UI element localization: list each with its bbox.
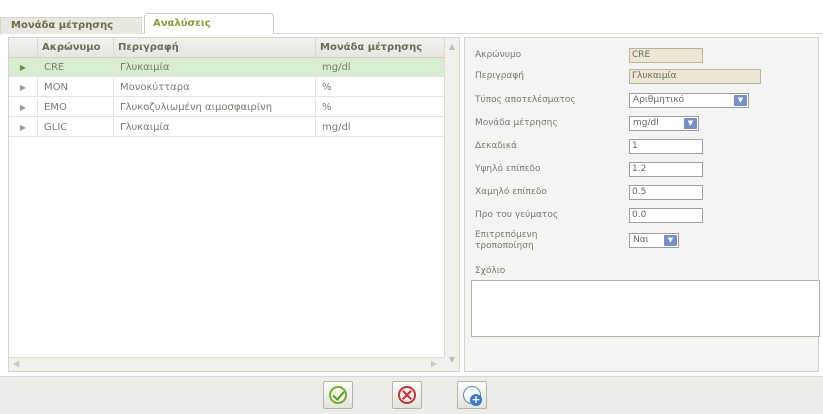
scroll-up-icon[interactable]: ▲ [447,42,457,54]
footer-toolbar [0,376,823,414]
chevron-down-icon[interactable]: ▼ [684,118,697,129]
table-row[interactable]: ▶ CRE Γλυκαιμία mg/dl [9,58,445,77]
acronym-field[interactable]: CRE [629,48,703,63]
analyses-grid: Ακρώνυμο Περιγραφή Μονάδα μέτρησης ▶ CRE… [8,37,460,372]
high-level-label: Υψηλό επίπεδο [475,164,541,174]
table-row[interactable]: ▶ EMO Γλυκοζυλιωμένη αιμοσφαιρίνη % [9,98,445,117]
high-level-field[interactable]: 1.2 [629,162,703,177]
cell-acronym: CRE [37,58,113,77]
cancel-button[interactable] [392,381,422,409]
column-unit[interactable]: Μονάδα μέτρησης [315,38,445,58]
result-type-value: Αριθμητικό [633,95,685,105]
result-type-label: Τύπος αποτελέσματος [475,95,576,105]
cancel-icon [398,386,416,404]
vertical-scrollbar[interactable]: ▲ ▼ [444,38,459,371]
description-label: Περιγραφή [475,71,525,81]
unit-select[interactable]: mg/dl ▼ [629,116,699,131]
row-arrow-icon: ▶ [19,103,27,112]
low-level-field[interactable]: 0.5 [629,185,703,200]
cell-unit: % [315,78,445,97]
allowed-edit-label: Επιτρεπόμενη τροποποίηση [475,230,538,251]
cell-description: Γλυκοζυλιωμένη αιμοσφαιρίνη [113,98,315,117]
cell-description: Γλυκαιμία [113,58,315,77]
scroll-down-icon[interactable]: ▼ [447,355,457,367]
unit-value: mg/dl [633,118,659,128]
analysis-details-form: Ακρώνυμο CRE Περιγραφή Γλυκαιμία Τύπος α… [464,37,820,372]
description-field[interactable]: Γλυκαιμία [629,69,761,84]
cell-description: Γλυκαιμία [113,118,315,137]
column-description[interactable]: Περιγραφή [113,38,315,58]
tab-bar: Μονάδα μέτρησης Αναλύσεις [0,0,823,34]
table-row[interactable]: ▶ GLIC Γλυκαιμία mg/dl [9,118,445,137]
new-record-icon [463,386,482,406]
cell-acronym: EMO [37,98,113,117]
cell-unit: mg/dl [315,118,445,137]
new-record-button[interactable] [457,381,487,409]
tab-analyses[interactable]: Αναλύσεις [144,13,274,34]
comment-textarea[interactable] [471,280,820,337]
low-level-label: Χαμηλό επίπεδο [475,187,547,197]
ok-button[interactable] [323,381,353,409]
row-header-column [9,38,37,58]
scroll-left-icon[interactable]: ◀ [13,359,23,370]
horizontal-scrollbar[interactable]: ◀ ▶ [9,357,445,371]
before-meal-label: Προ του γεύματος [475,210,559,220]
comment-label: Σχόλιο [475,266,506,276]
allowed-edit-value: Ναι [633,235,649,245]
scroll-right-icon[interactable]: ▶ [431,359,441,370]
result-type-select[interactable]: Αριθμητικό ▼ [629,93,749,108]
cell-description: Μονοκύτταρα [113,78,315,97]
cell-acronym: GLIC [37,118,113,137]
cell-unit: % [315,98,445,117]
row-arrow-icon: ▶ [19,83,27,92]
column-acronym[interactable]: Ακρώνυμο [37,38,113,58]
decimals-field[interactable]: 1 [629,139,703,154]
allowed-edit-select[interactable]: Ναι ▼ [629,233,679,248]
table-row[interactable]: ▶ MON Μονοκύτταρα % [9,78,445,97]
tab-units[interactable]: Μονάδα μέτρησης [0,17,142,34]
grid-header: Ακρώνυμο Περιγραφή Μονάδα μέτρησης [9,38,445,58]
chevron-down-icon[interactable]: ▼ [734,95,747,106]
cell-acronym: MON [37,78,113,97]
acronym-label: Ακρώνυμο [475,50,522,60]
row-arrow-icon: ▶ [19,123,27,132]
unit-label: Μονάδα μέτρησης [475,118,558,128]
before-meal-field[interactable]: 0.0 [629,208,703,223]
cell-unit: mg/dl [315,58,445,77]
ok-icon [329,386,347,404]
chevron-down-icon[interactable]: ▼ [664,235,677,246]
decimals-label: Δεκαδικά [475,141,518,151]
row-arrow-icon: ▶ [19,63,27,72]
